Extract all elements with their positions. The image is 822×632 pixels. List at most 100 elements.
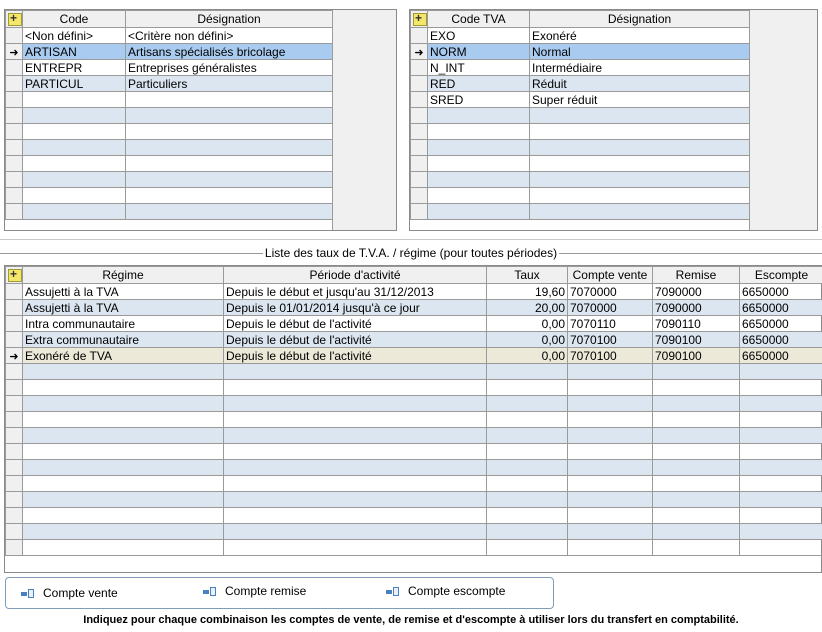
cell-periode[interactable] [223, 539, 487, 556]
cell-remise[interactable] [652, 395, 740, 412]
row-indicator[interactable]: ➜ [410, 43, 428, 60]
row-indicator[interactable] [5, 283, 23, 300]
cell-remise[interactable] [652, 459, 740, 476]
cell-regime[interactable] [22, 443, 224, 460]
cell-taux[interactable]: 0,00 [486, 347, 568, 364]
row-indicator[interactable] [5, 475, 23, 492]
cell-designation[interactable]: Normal [529, 43, 750, 60]
cell-remise[interactable] [652, 491, 740, 508]
cell-taux[interactable] [486, 459, 568, 476]
cell-designation[interactable] [529, 187, 750, 204]
cell-remise[interactable] [652, 363, 740, 380]
compte-escompte-button[interactable]: Compte escompte [386, 584, 505, 598]
cell-periode[interactable] [223, 475, 487, 492]
cell-taux[interactable]: 0,00 [486, 315, 568, 332]
row-indicator[interactable] [5, 75, 23, 92]
cell-compte-vente[interactable] [567, 443, 653, 460]
list-item[interactable]: N_INT Intermédiaire [410, 59, 750, 76]
table-row[interactable]: Intra communautaire Depuis le début de l'… [5, 315, 822, 332]
row-indicator[interactable] [5, 539, 23, 556]
cell-code[interactable] [427, 171, 530, 188]
table-row[interactable] [5, 395, 822, 412]
cell-escompte[interactable] [739, 491, 822, 508]
cell-regime[interactable] [22, 539, 224, 556]
tva-rates-grid[interactable]: Régime Période d'activité Taux Compte ve… [4, 265, 822, 573]
cell-escompte[interactable]: 6650000 [739, 347, 822, 364]
table-row[interactable] [5, 363, 822, 380]
cell-regime[interactable]: Exonéré de TVA [22, 347, 224, 364]
cell-taux[interactable] [486, 475, 568, 492]
cell-code[interactable] [22, 91, 126, 108]
cell-remise[interactable]: 7090000 [652, 283, 740, 300]
compte-vente-button[interactable]: Compte vente [21, 586, 118, 600]
row-indicator[interactable] [410, 59, 428, 76]
cell-periode[interactable]: Depuis le début et jusqu'au 31/12/2013 [223, 283, 487, 300]
cell-escompte[interactable] [739, 395, 822, 412]
cell-designation[interactable] [529, 171, 750, 188]
category-grid[interactable]: Code Désignation <Non défini><Critère no… [4, 9, 397, 231]
cell-regime[interactable] [22, 475, 224, 492]
column-header-designation[interactable]: Désignation [529, 10, 750, 28]
column-header-regime[interactable]: Régime [22, 266, 224, 284]
column-header-code-tva[interactable]: Code TVA [427, 10, 530, 28]
row-indicator[interactable] [410, 203, 428, 220]
cell-compte-vente[interactable] [567, 395, 653, 412]
cell-code[interactable] [22, 155, 126, 172]
cell-remise[interactable] [652, 427, 740, 444]
cell-code[interactable] [22, 123, 126, 140]
cell-designation[interactable]: Exonéré [529, 27, 750, 44]
table-row[interactable]: ➜ Exonéré de TVA Depuis le début de l'acti… [5, 347, 822, 364]
list-item[interactable]: ➜ NORM Normal [410, 43, 750, 60]
cell-regime[interactable] [22, 427, 224, 444]
table-row[interactable] [5, 443, 822, 460]
cell-regime[interactable] [22, 411, 224, 428]
cell-regime[interactable]: Intra communautaire [22, 315, 224, 332]
cell-periode[interactable] [223, 395, 487, 412]
cell-compte-vente[interactable] [567, 427, 653, 444]
cell-regime[interactable]: Extra communautaire [22, 331, 224, 348]
table-row[interactable] [5, 459, 822, 476]
cell-code[interactable] [427, 107, 530, 124]
list-item[interactable] [410, 107, 750, 124]
cell-compte-vente[interactable] [567, 507, 653, 524]
table-row[interactable]: Extra communautaire Depuis le début de l'… [5, 331, 822, 348]
cell-compte-vente[interactable]: 7070100 [567, 347, 653, 364]
row-indicator[interactable] [5, 203, 23, 220]
cell-code[interactable] [427, 187, 530, 204]
list-item[interactable] [5, 123, 333, 140]
cell-code[interactable] [22, 139, 126, 156]
list-item[interactable] [410, 123, 750, 140]
cell-escompte[interactable] [739, 411, 822, 428]
row-indicator[interactable] [5, 459, 23, 476]
cell-remise[interactable] [652, 539, 740, 556]
row-indicator[interactable] [5, 299, 23, 316]
row-indicator[interactable] [5, 523, 23, 540]
cell-taux[interactable] [486, 379, 568, 396]
cell-designation[interactable]: <Critère non défini> [125, 27, 333, 44]
cell-code[interactable]: ARTISAN [22, 43, 126, 60]
cell-code[interactable]: N_INT [427, 59, 530, 76]
table-row[interactable] [5, 523, 822, 540]
cell-taux[interactable]: 0,00 [486, 331, 568, 348]
row-indicator[interactable] [5, 411, 23, 428]
row-indicator[interactable] [410, 123, 428, 140]
row-indicator[interactable]: ➜ [5, 43, 23, 60]
list-item[interactable]: ENTREPR Entreprises généralistes [5, 59, 333, 76]
cell-compte-vente[interactable] [567, 523, 653, 540]
cell-designation[interactable]: Super réduit [529, 91, 750, 108]
list-item[interactable] [5, 203, 333, 220]
list-item[interactable]: PARTICUL Particuliers [5, 75, 333, 92]
cell-taux[interactable]: 20,00 [486, 299, 568, 316]
cell-regime[interactable] [22, 395, 224, 412]
row-indicator[interactable] [5, 443, 23, 460]
add-row-button[interactable] [5, 266, 23, 284]
row-indicator[interactable] [5, 155, 23, 172]
cell-code[interactable]: PARTICUL [22, 75, 126, 92]
list-item[interactable] [5, 91, 333, 108]
row-indicator[interactable] [410, 187, 428, 204]
cell-designation[interactable] [529, 203, 750, 220]
column-header-escompte[interactable]: Escompte [739, 266, 822, 284]
cell-code[interactable] [427, 123, 530, 140]
cell-code[interactable] [22, 203, 126, 220]
cell-remise[interactable] [652, 379, 740, 396]
